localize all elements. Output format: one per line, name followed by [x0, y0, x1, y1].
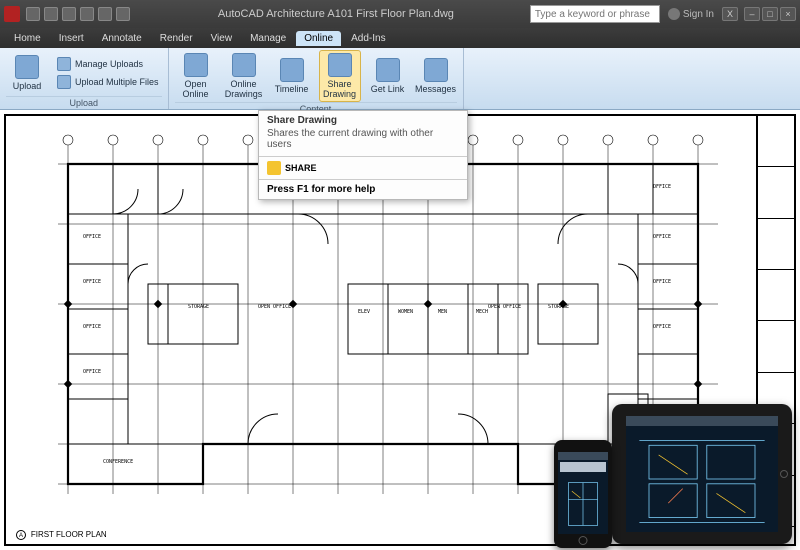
gear-icon — [57, 57, 71, 71]
tooltip-title: Share Drawing — [259, 111, 467, 128]
mobile-devices-overlay — [612, 404, 792, 544]
room-label-mech: MECH — [476, 309, 488, 315]
group-label-upload: Upload — [6, 96, 162, 109]
tab-render[interactable]: Render — [152, 31, 201, 46]
close-button[interactable]: × — [780, 7, 796, 21]
open-online-button[interactable]: Open Online — [175, 50, 217, 102]
qat-print-icon[interactable] — [116, 7, 130, 21]
qat-open-icon[interactable] — [44, 7, 58, 21]
tablet-home-button-icon — [780, 470, 788, 478]
drawing-title-label: A FIRST FLOOR PLAN — [16, 530, 107, 540]
phone-screen — [558, 452, 608, 534]
globe-open-icon — [184, 53, 208, 77]
room-label-open-office2: OPEN OFFICE — [488, 304, 521, 310]
window-controls: – □ × — [744, 7, 796, 21]
tab-annotate[interactable]: Annotate — [94, 31, 150, 46]
timeline-button[interactable]: Timeline — [271, 55, 313, 97]
phone-home-button-icon — [579, 536, 588, 545]
share-drawing-button[interactable]: Share Drawing — [319, 50, 361, 102]
clock-icon — [280, 58, 304, 82]
qat-new-icon[interactable] — [26, 7, 40, 21]
tab-addins[interactable]: Add-Ins — [343, 31, 393, 46]
app-logo-icon — [4, 6, 20, 22]
manage-uploads-button[interactable]: Manage Uploads — [54, 56, 162, 72]
room-label-office-l3: OFFICE — [83, 324, 101, 330]
ribbon: Upload Manage Uploads Upload Multiple Fi… — [0, 48, 800, 110]
tab-manage[interactable]: Manage — [242, 31, 294, 46]
sign-in-button[interactable]: Sign In — [668, 8, 714, 20]
exchange-icon[interactable]: X — [722, 7, 738, 21]
upload-button[interactable]: Upload — [6, 52, 48, 94]
window-title: AutoCAD Architecture A101 First Floor Pl… — [142, 8, 530, 20]
phone-device — [554, 440, 612, 548]
share-icon — [328, 53, 352, 77]
title-bar: AutoCAD Architecture A101 First Floor Pl… — [0, 0, 800, 28]
qat-undo-icon[interactable] — [80, 7, 94, 21]
link-icon — [376, 58, 400, 82]
tab-insert[interactable]: Insert — [51, 31, 92, 46]
get-link-button[interactable]: Get Link — [367, 55, 409, 97]
tab-online[interactable]: Online — [296, 31, 341, 46]
tab-home[interactable]: Home — [6, 31, 49, 46]
room-label-open-office: OPEN OFFICE — [258, 304, 291, 310]
room-label-office-r1: OFFICE — [653, 184, 671, 190]
globe-drawings-icon — [232, 53, 256, 77]
room-label-office-l4: OFFICE — [83, 369, 101, 375]
search-input[interactable] — [530, 5, 660, 23]
room-label-office-l2: OFFICE — [83, 279, 101, 285]
room-label-office-r2: OFFICE — [653, 234, 671, 240]
tooltip-description: Shares the current drawing with other us… — [259, 128, 467, 156]
user-icon — [668, 8, 680, 20]
room-label-office-l1: OFFICE — [83, 234, 101, 240]
envelope-icon — [424, 58, 448, 82]
messages-button[interactable]: Messages — [415, 55, 457, 97]
room-label-office-r3: OFFICE — [653, 279, 671, 285]
ribbon-tabs: Home Insert Annotate Render View Manage … — [0, 28, 800, 48]
room-label-office-r4: OFFICE — [653, 324, 671, 330]
tooltip-share-row: SHARE — [259, 157, 467, 179]
ribbon-group-content: Open Online Online Drawings Timeline Sha… — [169, 48, 464, 109]
tooltip-share-drawing: Share Drawing Shares the current drawing… — [258, 110, 468, 200]
qat-redo-icon[interactable] — [98, 7, 112, 21]
share-badge-icon — [267, 161, 281, 175]
qat-save-icon[interactable] — [62, 7, 76, 21]
tooltip-help: Press F1 for more help — [259, 179, 467, 199]
tab-view[interactable]: View — [203, 31, 241, 46]
room-label-women: WOMEN — [398, 309, 413, 315]
cloud-upload-icon — [15, 55, 39, 79]
room-label-conference: CONFERENCE — [103, 459, 133, 465]
sign-in-label: Sign In — [683, 9, 714, 20]
maximize-button[interactable]: □ — [762, 7, 778, 21]
ribbon-group-upload: Upload Manage Uploads Upload Multiple Fi… — [0, 48, 169, 109]
room-label-men: MEN — [438, 309, 447, 315]
quick-access-toolbar — [26, 7, 130, 21]
room-label-storage: STORAGE — [188, 304, 209, 310]
room-label-storage2: STORAGE — [548, 304, 569, 310]
minimize-button[interactable]: – — [744, 7, 760, 21]
tablet-device — [612, 404, 792, 544]
files-icon — [57, 75, 71, 89]
online-drawings-button[interactable]: Online Drawings — [223, 50, 265, 102]
upload-multiple-button[interactable]: Upload Multiple Files — [54, 74, 162, 90]
tablet-screen — [626, 416, 778, 532]
room-label-elev: ELEV — [358, 309, 370, 315]
